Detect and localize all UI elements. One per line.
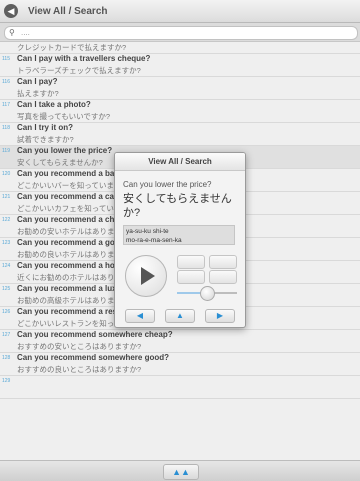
item-english: Can you recommend somewhere cheap? bbox=[17, 330, 173, 339]
romaji-line-1: ya-su-ku shi-te bbox=[126, 228, 169, 235]
item-number: 128 bbox=[2, 355, 11, 361]
option-slot-2[interactable] bbox=[209, 255, 237, 269]
item-number: 120 bbox=[2, 171, 11, 177]
phrase-popup: View All / Search Can you lower the pric… bbox=[114, 152, 246, 328]
next-button[interactable]: ▶ bbox=[205, 309, 235, 323]
previous-button[interactable]: ◀ bbox=[125, 309, 155, 323]
left-arrow-icon[interactable]: ◀ bbox=[4, 4, 18, 18]
item-number: 123 bbox=[2, 240, 11, 246]
page-title: View All / Search bbox=[28, 5, 108, 17]
item-japanese: 試着できますか? bbox=[17, 135, 74, 144]
item-number: 118 bbox=[2, 125, 10, 131]
item-number: 127 bbox=[2, 332, 11, 338]
list-item[interactable]: 116 Can I pay? 払えますか? bbox=[0, 77, 360, 100]
left-arrow-icon: ◀ bbox=[136, 311, 144, 320]
search-placeholder: .... bbox=[21, 28, 30, 37]
romaji-line-2: mo-ra-e-ma-sen-ka bbox=[126, 237, 182, 244]
item-number: 124 bbox=[2, 263, 11, 269]
item-english: Can I try it on? bbox=[17, 123, 73, 132]
item-number: 117 bbox=[2, 102, 10, 108]
list-item[interactable]: 127 Can you recommend somewhere cheap? おすす… bbox=[0, 330, 360, 353]
item-english: Can I pay? bbox=[17, 77, 58, 86]
search-icon: ⚲ bbox=[9, 28, 15, 37]
item-number: 115 bbox=[2, 56, 10, 62]
up-button[interactable]: ▲ bbox=[165, 309, 195, 323]
item-english: Can I take a photo? bbox=[17, 100, 91, 109]
right-arrow-icon: ▶ bbox=[216, 311, 224, 320]
item-japanese: おすすめの良いところはありますか? bbox=[17, 365, 142, 374]
item-english: Can I pay with a travellers cheque? bbox=[17, 54, 151, 63]
item-japanese: おすすめの安いところはありますか? bbox=[17, 342, 142, 351]
search-bar: ⚲ .... bbox=[0, 23, 360, 42]
list-item[interactable]: 115 Can I pay with a travellers cheque? トラ… bbox=[0, 54, 360, 77]
item-number: 129 bbox=[2, 378, 11, 384]
list-item[interactable]: 128 Can you recommend somewhere good? おすすめ… bbox=[0, 353, 360, 376]
item-japanese: 安くしてもらえませんか? bbox=[17, 158, 103, 167]
item-number: 116 bbox=[2, 79, 10, 85]
popup-english: Can you lower the price? bbox=[123, 180, 212, 189]
speed-slider-thumb[interactable] bbox=[200, 286, 215, 301]
item-number: 126 bbox=[2, 309, 11, 315]
item-number: 121 bbox=[2, 194, 11, 200]
item-japanese: トラベラーズチェックで払えますか? bbox=[17, 66, 141, 75]
option-slot-4[interactable] bbox=[209, 270, 237, 284]
item-number: 119 bbox=[2, 148, 10, 154]
item-english: Can you recommend a cafe? bbox=[17, 192, 126, 201]
item-japanese: クレジットカードで払えますか? bbox=[17, 43, 127, 52]
top-bar: ◀ View All / Search bbox=[0, 0, 360, 23]
item-japanese: 払えますか? bbox=[17, 89, 59, 98]
bottom-bar: ▲▲ bbox=[0, 460, 360, 481]
list-item[interactable]: クレジットカードで払えますか? bbox=[0, 42, 360, 54]
item-english: Can you recommend somewhere good? bbox=[17, 353, 170, 362]
item-number: 122 bbox=[2, 217, 11, 223]
popup-title: View All / Search bbox=[115, 153, 245, 171]
list-item[interactable]: 118 Can I try it on? 試着できますか? bbox=[0, 123, 360, 146]
popup-japanese: 安くしてもらえませんか? bbox=[123, 193, 232, 219]
item-japanese: 写真を撮ってもいいですか? bbox=[17, 112, 111, 121]
up-chevron-icon: ▲ bbox=[176, 311, 184, 320]
item-english: Can you recommend a bar? bbox=[17, 169, 123, 178]
crown-icon[interactable]: ▲▲ bbox=[163, 464, 199, 480]
item-number: 125 bbox=[2, 286, 11, 292]
play-button[interactable] bbox=[125, 255, 167, 297]
list-item[interactable]: 117 Can I take a photo? 写真を撮ってもいいですか? bbox=[0, 100, 360, 123]
popup-romaji: ya-su-ku shi-te mo-ra-e-ma-sen-ka bbox=[123, 225, 235, 245]
option-slot-3[interactable] bbox=[177, 270, 205, 284]
list-item[interactable]: 129 bbox=[0, 376, 360, 399]
search-input[interactable]: ⚲ .... bbox=[4, 26, 358, 40]
play-icon bbox=[141, 267, 155, 285]
option-slot-1[interactable] bbox=[177, 255, 205, 269]
item-english: Can you lower the price? bbox=[17, 146, 113, 155]
